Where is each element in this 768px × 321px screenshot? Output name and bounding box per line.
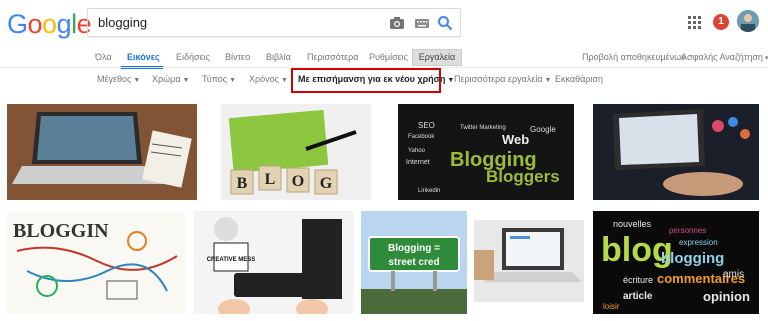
image-result-word-cloud[interactable]: Blogging Bloggers Twitter Marketing SEO … bbox=[398, 104, 574, 200]
logo-letter: G bbox=[7, 9, 28, 39]
blog-letter: L bbox=[265, 171, 276, 188]
tab-news[interactable]: Ειδήσεις bbox=[176, 52, 210, 62]
cloud-word: Bloggers bbox=[486, 167, 560, 186]
cloud-word: opinion bbox=[703, 289, 750, 304]
tab-images[interactable]: Εικόνες bbox=[127, 52, 160, 62]
logo-letter: g bbox=[56, 9, 72, 39]
image-result-laptop-typing[interactable] bbox=[593, 104, 759, 200]
laptop-white-image bbox=[474, 220, 584, 302]
tab-all[interactable]: Όλα bbox=[95, 52, 112, 62]
cloud-word: article bbox=[623, 291, 653, 302]
filter-time[interactable]: Χρόνος ▼ bbox=[249, 74, 288, 84]
safesearch-link[interactable]: Ασφαλής Αναζήτηση ▾ bbox=[681, 52, 768, 62]
avatar-image bbox=[737, 10, 759, 32]
safesearch-label: Ασφαλής Αναζήτηση bbox=[681, 52, 763, 62]
caret-down-icon: ▼ bbox=[229, 77, 236, 84]
cloud-word: Yahoo bbox=[408, 148, 426, 154]
caret-down-icon: ▼ bbox=[544, 77, 552, 84]
filter-more-tools[interactable]: Περισσότερα εργαλεία ▼ bbox=[454, 74, 552, 84]
cloud-word: expression bbox=[679, 238, 718, 247]
sketchnote-image: BLOGGIN bbox=[7, 211, 185, 314]
filter-color-label: Χρώμα bbox=[152, 74, 181, 84]
filter-time-label: Χρόνος bbox=[249, 74, 279, 84]
search-tabs: Όλα Εικόνες Ειδήσεις Βίντεο Βιβλία Περισ… bbox=[0, 46, 768, 69]
google-logo[interactable]: Google bbox=[7, 9, 92, 40]
caret-down-icon: ▼ bbox=[133, 77, 141, 84]
sketch-title: BLOGGIN bbox=[13, 220, 109, 242]
cloud-word: Linkedin bbox=[418, 188, 440, 194]
notifications-badge[interactable]: 1 bbox=[713, 14, 729, 30]
filter-size-label: Μέγεθος bbox=[97, 74, 132, 84]
cloud-word: Google bbox=[530, 125, 556, 134]
search-box[interactable]: blogging bbox=[87, 8, 461, 37]
cloud-word: blogging bbox=[661, 250, 724, 267]
filter-size[interactable]: Μέγεθος ▼ bbox=[97, 74, 140, 84]
filter-color[interactable]: Χρώμα ▼ bbox=[152, 74, 189, 84]
tab-settings[interactable]: Ρυθμίσεις bbox=[369, 52, 408, 62]
sign-line-2: street cred bbox=[388, 257, 439, 268]
cloud-word: Twitter Marketing bbox=[460, 125, 506, 131]
logo-letter: o bbox=[42, 9, 57, 39]
cloud-word: Facebook bbox=[408, 134, 435, 140]
apps-grid-icon[interactable] bbox=[688, 16, 702, 30]
image-result-street-sign[interactable]: Blogging = street cred bbox=[361, 211, 467, 314]
french-cloud-image: blog blogging commentaires opinion artic… bbox=[593, 211, 759, 314]
filter-type[interactable]: Τύπος ▼ bbox=[202, 74, 236, 84]
image-result-blog-blocks[interactable]: B L O G bbox=[221, 104, 371, 200]
tools-button[interactable]: Εργαλεία bbox=[412, 49, 462, 66]
image-result-french-cloud[interactable]: blog blogging commentaires opinion artic… bbox=[593, 211, 759, 314]
tab-more[interactable]: Περισσότερα bbox=[307, 52, 359, 62]
cloud-word: personnes bbox=[669, 226, 706, 235]
cloud-word: SEO bbox=[418, 121, 435, 130]
cloud-word: loisir bbox=[603, 302, 620, 311]
cloud-word: Web bbox=[502, 132, 529, 147]
clear-filters-link[interactable]: Εκκαθάριση bbox=[555, 74, 603, 84]
top-bar: Google blogging 1 bbox=[0, 0, 768, 46]
camera-icon[interactable] bbox=[389, 15, 405, 31]
sign-line-1: Blogging = bbox=[388, 243, 440, 254]
blog-letter: B bbox=[237, 175, 248, 192]
creative-mess-text: CREATIVE MESS bbox=[207, 257, 256, 263]
creative-mess-image: CREATIVE MESS bbox=[194, 211, 354, 314]
tab-videos[interactable]: Βίντεο bbox=[225, 52, 250, 62]
filter-more-tools-label: Περισσότερα εργαλεία bbox=[454, 74, 543, 84]
image-result-laptop-desk[interactable] bbox=[7, 104, 197, 200]
caret-down-icon: ▼ bbox=[182, 77, 190, 84]
avatar[interactable] bbox=[737, 10, 759, 32]
cloud-word: écriture bbox=[623, 275, 653, 285]
usage-rights-highlight bbox=[291, 68, 441, 93]
image-result-sketchnote[interactable]: BLOGGIN bbox=[7, 211, 185, 314]
laptop-desk-image bbox=[7, 104, 197, 200]
laptop-typing-image bbox=[593, 104, 759, 200]
cloud-word: nouvelles bbox=[613, 219, 652, 229]
logo-letter: o bbox=[27, 9, 43, 39]
keyboard-icon[interactable] bbox=[414, 15, 430, 31]
word-cloud-image: Blogging Bloggers Twitter Marketing SEO … bbox=[398, 104, 574, 200]
search-input[interactable]: blogging bbox=[98, 15, 147, 30]
image-result-laptop-white[interactable] bbox=[474, 220, 584, 302]
blog-blocks-image: B L O G bbox=[221, 104, 371, 200]
street-sign-image: Blogging = street cred bbox=[361, 211, 467, 314]
cloud-word: Internet bbox=[406, 159, 430, 166]
blog-letter: G bbox=[320, 175, 333, 192]
tab-books[interactable]: Βιβλία bbox=[266, 52, 291, 62]
image-result-creative-mess[interactable]: CREATIVE MESS bbox=[194, 211, 354, 314]
cloud-word: amis bbox=[723, 269, 744, 280]
filter-type-label: Τύπος bbox=[202, 74, 228, 84]
caret-down-icon: ▼ bbox=[280, 77, 288, 84]
search-icon[interactable] bbox=[437, 15, 453, 31]
blog-letter: O bbox=[292, 173, 304, 190]
saved-link[interactable]: Προβολή αποθηκευμένων bbox=[582, 52, 686, 62]
